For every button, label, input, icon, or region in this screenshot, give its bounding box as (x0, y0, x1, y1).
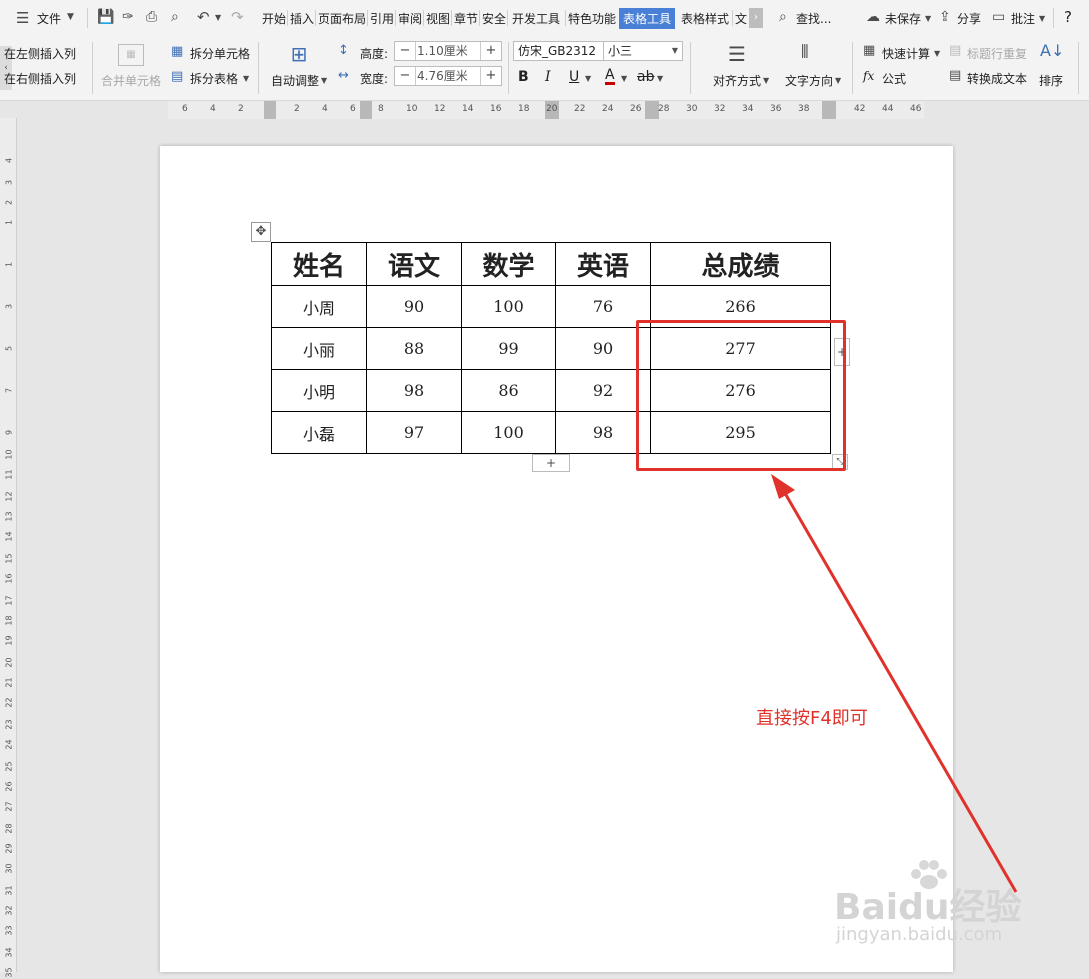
watermark-url: jingyan.baidu.com (836, 924, 1003, 945)
annotation-arrow (771, 474, 1018, 893)
baidu-watermark-logo: Baidu经验 jingyan.baidu.com (834, 858, 1034, 950)
annotation-label: 直接按F4即可 (756, 708, 868, 729)
arrow-line (780, 487, 1018, 893)
watermark-brand: Baidu经验 (834, 887, 1022, 928)
arrow-head-icon (771, 474, 795, 499)
